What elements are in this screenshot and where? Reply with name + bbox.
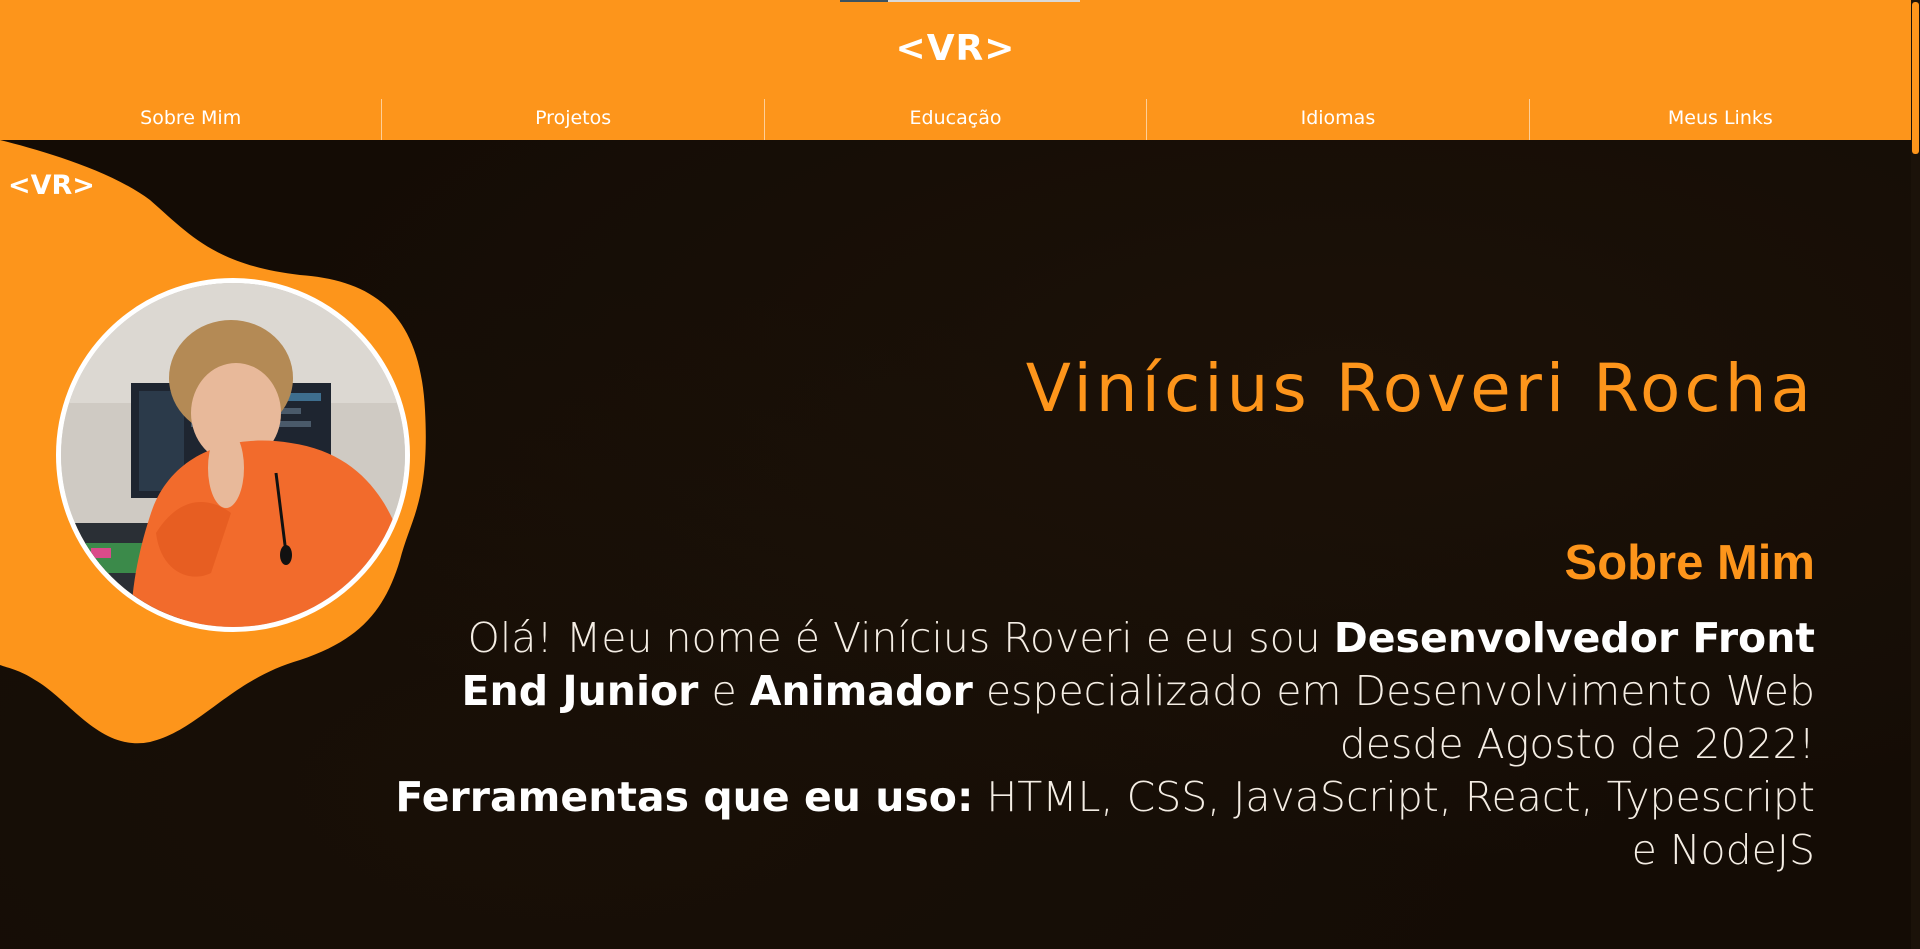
- about-animator: Animador: [749, 667, 973, 715]
- nav-idiomas[interactable]: Idiomas: [1147, 99, 1530, 140]
- about-since: especializado em Desenvolvimento Web des…: [972, 667, 1815, 768]
- about-intro: Olá! Meu nome é Vinícius Roveri e eu sou: [467, 614, 1334, 662]
- nav-projetos[interactable]: Projetos: [382, 99, 765, 140]
- section-title: Sobre Mim: [1564, 536, 1815, 590]
- about-text: Olá! Meu nome é Vinícius Roveri e eu sou…: [385, 612, 1815, 877]
- main-nav: Sobre Mim Projetos Educação Idiomas Meus…: [0, 99, 1911, 140]
- nav-sobre-mim[interactable]: Sobre Mim: [0, 99, 383, 140]
- about-conj: e: [698, 667, 750, 715]
- site-header: <VR> Sobre Mim Projetos Educação Idiomas…: [0, 0, 1911, 140]
- blob-logo: <VR>: [8, 170, 95, 201]
- nav-meus-links[interactable]: Meus Links: [1530, 99, 1911, 140]
- tools-list: HTML, CSS, JavaScript, React, Typescript…: [973, 773, 1815, 874]
- profile-avatar: [56, 278, 410, 632]
- nav-educacao[interactable]: Educação: [765, 99, 1148, 140]
- page-scrollbar[interactable]: [1911, 0, 1920, 949]
- avatar-photo-illustration: [61, 283, 405, 627]
- header-logo[interactable]: <VR>: [0, 28, 1911, 69]
- person-name: Vinícius Roveri Rocha: [1025, 350, 1815, 427]
- top-progress-strip: [840, 0, 1080, 2]
- tools-label: Ferramentas que eu uso:: [395, 773, 974, 821]
- scrollbar-thumb[interactable]: [1912, 2, 1919, 154]
